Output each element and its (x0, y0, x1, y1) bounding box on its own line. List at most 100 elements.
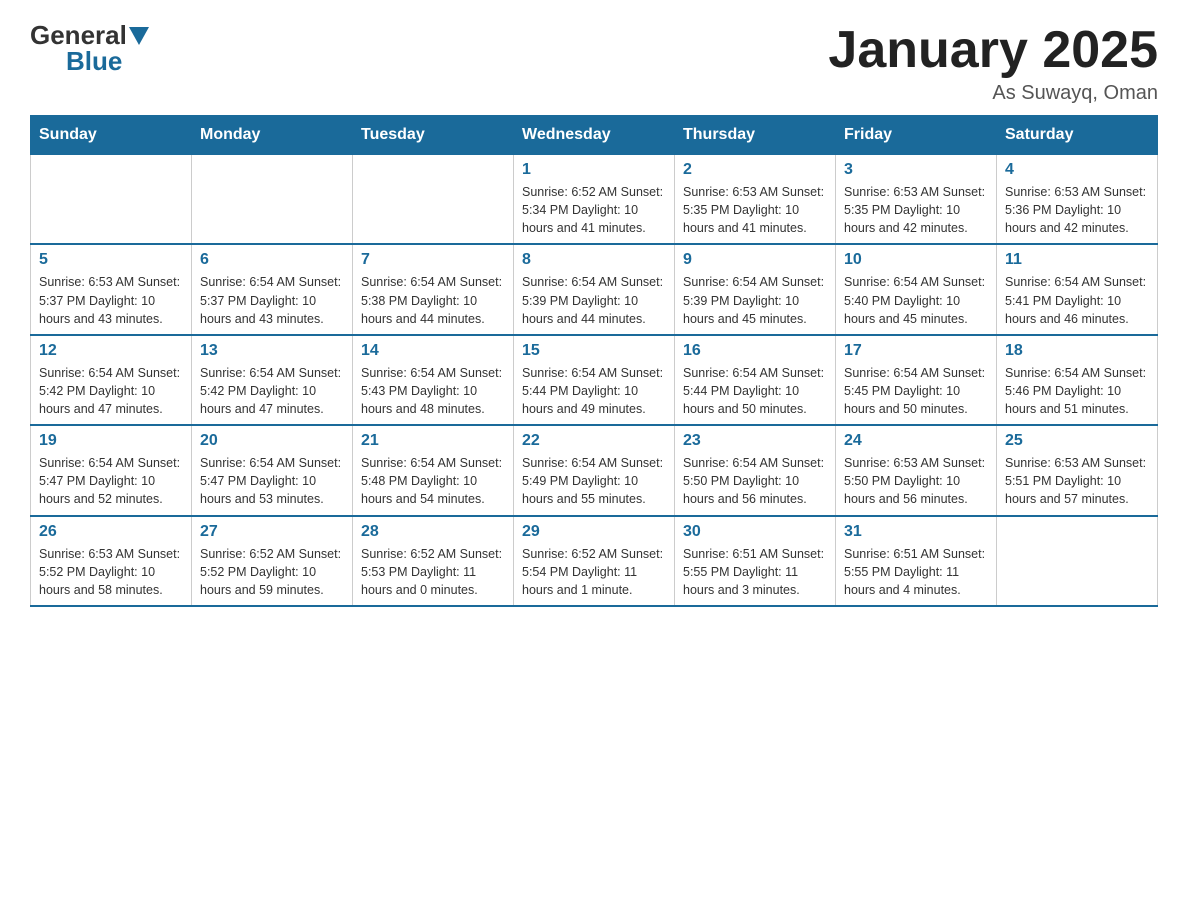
calendar-cell: 28Sunrise: 6:52 AM Sunset: 5:53 PM Dayli… (353, 516, 514, 606)
day-number: 26 (39, 523, 183, 541)
day-number: 12 (39, 342, 183, 360)
day-number: 21 (361, 432, 505, 450)
calendar-cell: 12 Sunrise: 6:54 AM Sunset: 5:42 PM Dayli… (31, 335, 192, 425)
calendar-cell (31, 155, 192, 245)
day-number: 11 (1005, 251, 1149, 269)
calendar-cell: 31 Sunrise: 6:51 AM Sunset: 5:55 PM Dayli… (836, 516, 997, 606)
calendar-cell: 24 Sunrise: 6:53 AM Sunset: 5:50 PM Dayli… (836, 425, 997, 515)
day-info: Sunrise: 6:52 AM Sunset: 5:52 PM Dayligh… (200, 545, 344, 599)
day-number: 23 (683, 432, 827, 450)
day-info: Sunrise: 6:52 AM Sunset: 5:54 PM Dayligh… (522, 545, 666, 599)
calendar-title: January 2025 (828, 20, 1158, 80)
col-sunday: Sunday (31, 116, 192, 155)
calendar-cell: 29 Sunrise: 6:52 AM Sunset: 5:54 PM Dayli… (514, 516, 675, 606)
day-info: Sunrise: 6:53 AM Sunset: 5:36 PM Dayligh… (1005, 183, 1149, 237)
day-info: Sunrise: 6:54 AM Sunset: 5:37 PM Dayligh… (200, 273, 344, 327)
logo-blue-text: Blue (30, 46, 122, 77)
day-info: Sunrise: 6:53 AM Sunset: 5:51 PM Dayligh… (1005, 454, 1149, 508)
day-number: 17 (844, 342, 988, 360)
day-info: Sunrise: 6:54 AM Sunset: 5:45 PM Dayligh… (844, 364, 988, 418)
day-number: 1 (522, 161, 666, 179)
calendar-cell: 8 Sunrise: 6:54 AM Sunset: 5:39 PM Daylig… (514, 244, 675, 334)
col-wednesday: Wednesday (514, 116, 675, 155)
day-number: 29 (522, 523, 666, 541)
page-header: General Blue January 2025 As Suwayq, Oma… (30, 20, 1158, 105)
day-info: Sunrise: 6:54 AM Sunset: 5:46 PM Dayligh… (1005, 364, 1149, 418)
calendar-cell: 10Sunrise: 6:54 AM Sunset: 5:40 PM Dayli… (836, 244, 997, 334)
calendar-cell: 15Sunrise: 6:54 AM Sunset: 5:44 PM Dayli… (514, 335, 675, 425)
title-block: January 2025 As Suwayq, Oman (828, 20, 1158, 105)
day-number: 14 (361, 342, 505, 360)
col-monday: Monday (192, 116, 353, 155)
day-number: 31 (844, 523, 988, 541)
calendar-cell: 27 Sunrise: 6:52 AM Sunset: 5:52 PM Dayli… (192, 516, 353, 606)
day-info: Sunrise: 6:51 AM Sunset: 5:55 PM Dayligh… (844, 545, 988, 599)
day-info: Sunrise: 6:53 AM Sunset: 5:35 PM Dayligh… (683, 183, 827, 237)
header-row: Sunday Monday Tuesday Wednesday Thursday… (31, 116, 1158, 155)
calendar-cell: 16Sunrise: 6:54 AM Sunset: 5:44 PM Dayli… (675, 335, 836, 425)
calendar-week-row: 5Sunrise: 6:53 AM Sunset: 5:37 PM Daylig… (31, 244, 1158, 334)
calendar-cell (353, 155, 514, 245)
day-info: Sunrise: 6:54 AM Sunset: 5:39 PM Dayligh… (522, 273, 666, 327)
calendar-cell: 22 Sunrise: 6:54 AM Sunset: 5:49 PM Dayli… (514, 425, 675, 515)
calendar-cell: 23 Sunrise: 6:54 AM Sunset: 5:50 PM Dayli… (675, 425, 836, 515)
day-number: 6 (200, 251, 344, 269)
day-number: 27 (200, 523, 344, 541)
day-number: 20 (200, 432, 344, 450)
day-info: Sunrise: 6:54 AM Sunset: 5:40 PM Dayligh… (844, 273, 988, 327)
calendar-cell: 2 Sunrise: 6:53 AM Sunset: 5:35 PM Daylig… (675, 155, 836, 245)
calendar-table: Sunday Monday Tuesday Wednesday Thursday… (30, 115, 1158, 607)
day-number: 22 (522, 432, 666, 450)
calendar-cell: 9Sunrise: 6:54 AM Sunset: 5:39 PM Daylig… (675, 244, 836, 334)
calendar-cell: 1 Sunrise: 6:52 AM Sunset: 5:34 PM Daylig… (514, 155, 675, 245)
calendar-week-row: 19 Sunrise: 6:54 AM Sunset: 5:47 PM Dayli… (31, 425, 1158, 515)
day-number: 7 (361, 251, 505, 269)
day-number: 5 (39, 251, 183, 269)
day-number: 19 (39, 432, 183, 450)
day-number: 24 (844, 432, 988, 450)
day-number: 3 (844, 161, 988, 179)
calendar-cell: 14 Sunrise: 6:54 AM Sunset: 5:43 PM Dayli… (353, 335, 514, 425)
calendar-cell: 6 Sunrise: 6:54 AM Sunset: 5:37 PM Daylig… (192, 244, 353, 334)
day-info: Sunrise: 6:54 AM Sunset: 5:48 PM Dayligh… (361, 454, 505, 508)
calendar-cell: 18 Sunrise: 6:54 AM Sunset: 5:46 PM Dayli… (997, 335, 1158, 425)
day-info: Sunrise: 6:54 AM Sunset: 5:47 PM Dayligh… (39, 454, 183, 508)
calendar-cell: 13Sunrise: 6:54 AM Sunset: 5:42 PM Dayli… (192, 335, 353, 425)
calendar-cell: 21 Sunrise: 6:54 AM Sunset: 5:48 PM Dayli… (353, 425, 514, 515)
day-number: 2 (683, 161, 827, 179)
calendar-cell: 26 Sunrise: 6:53 AM Sunset: 5:52 PM Dayli… (31, 516, 192, 606)
calendar-cell: 5Sunrise: 6:53 AM Sunset: 5:37 PM Daylig… (31, 244, 192, 334)
calendar-week-row: 12 Sunrise: 6:54 AM Sunset: 5:42 PM Dayli… (31, 335, 1158, 425)
day-info: Sunrise: 6:54 AM Sunset: 5:49 PM Dayligh… (522, 454, 666, 508)
calendar-cell: 11 Sunrise: 6:54 AM Sunset: 5:41 PM Dayli… (997, 244, 1158, 334)
day-info: Sunrise: 6:52 AM Sunset: 5:34 PM Dayligh… (522, 183, 666, 237)
day-info: Sunrise: 6:54 AM Sunset: 5:47 PM Dayligh… (200, 454, 344, 508)
day-info: Sunrise: 6:54 AM Sunset: 5:42 PM Dayligh… (200, 364, 344, 418)
day-number: 8 (522, 251, 666, 269)
logo: General Blue (30, 20, 151, 77)
day-info: Sunrise: 6:53 AM Sunset: 5:35 PM Dayligh… (844, 183, 988, 237)
calendar-cell (997, 516, 1158, 606)
day-info: Sunrise: 6:54 AM Sunset: 5:50 PM Dayligh… (683, 454, 827, 508)
day-number: 16 (683, 342, 827, 360)
col-thursday: Thursday (675, 116, 836, 155)
day-info: Sunrise: 6:52 AM Sunset: 5:53 PM Dayligh… (361, 545, 505, 599)
day-number: 18 (1005, 342, 1149, 360)
day-number: 4 (1005, 161, 1149, 179)
day-number: 25 (1005, 432, 1149, 450)
calendar-cell: 17 Sunrise: 6:54 AM Sunset: 5:45 PM Dayli… (836, 335, 997, 425)
day-info: Sunrise: 6:54 AM Sunset: 5:41 PM Dayligh… (1005, 273, 1149, 327)
calendar-cell: 4 Sunrise: 6:53 AM Sunset: 5:36 PM Daylig… (997, 155, 1158, 245)
day-info: Sunrise: 6:53 AM Sunset: 5:50 PM Dayligh… (844, 454, 988, 508)
col-saturday: Saturday (997, 116, 1158, 155)
calendar-subtitle: As Suwayq, Oman (828, 82, 1158, 105)
day-info: Sunrise: 6:54 AM Sunset: 5:39 PM Dayligh… (683, 273, 827, 327)
day-info: Sunrise: 6:54 AM Sunset: 5:43 PM Dayligh… (361, 364, 505, 418)
col-friday: Friday (836, 116, 997, 155)
day-info: Sunrise: 6:54 AM Sunset: 5:42 PM Dayligh… (39, 364, 183, 418)
calendar-cell: 20 Sunrise: 6:54 AM Sunset: 5:47 PM Dayli… (192, 425, 353, 515)
logo-triangle-icon (129, 27, 149, 45)
day-info: Sunrise: 6:53 AM Sunset: 5:52 PM Dayligh… (39, 545, 183, 599)
calendar-cell: 25 Sunrise: 6:53 AM Sunset: 5:51 PM Dayli… (997, 425, 1158, 515)
day-info: Sunrise: 6:54 AM Sunset: 5:38 PM Dayligh… (361, 273, 505, 327)
